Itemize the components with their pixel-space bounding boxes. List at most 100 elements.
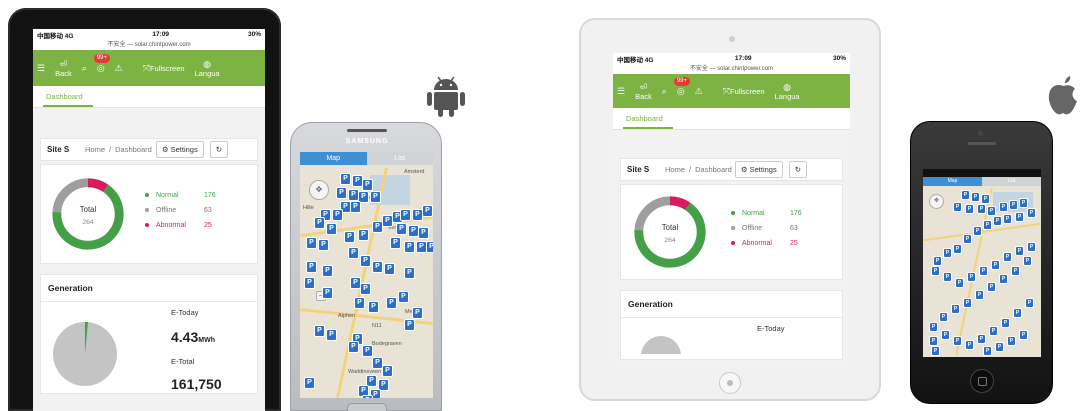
search-button[interactable]: ⌕ xyxy=(662,86,667,96)
map-station-pin[interactable]: P xyxy=(362,395,373,398)
map-station-pin[interactable]: P xyxy=(979,266,988,276)
notification-button[interactable]: ◎ 99+ xyxy=(673,77,690,96)
back-button[interactable]: ⏎ Back xyxy=(55,59,72,78)
map-station-pin[interactable]: P xyxy=(953,244,962,254)
map-station-pin[interactable]: P xyxy=(390,237,401,249)
map-station-pin[interactable]: P xyxy=(336,187,347,199)
map-station-pin[interactable]: P xyxy=(318,239,329,251)
url-bar[interactable]: 不安全 — solar.chintpower.com xyxy=(33,40,265,50)
map-station-pin[interactable]: P xyxy=(1003,252,1012,262)
map-station-pin[interactable]: P xyxy=(1007,336,1016,346)
map-station-pin[interactable]: P xyxy=(1013,308,1022,318)
map-station-pin[interactable]: P xyxy=(306,261,317,273)
map-station-pin[interactable]: P xyxy=(991,260,1000,270)
map-station-pin[interactable]: P xyxy=(418,227,429,239)
map-station-pin[interactable]: P xyxy=(931,346,940,356)
map-station-pin[interactable]: P xyxy=(372,261,383,273)
map-station-pin[interactable]: P xyxy=(1019,330,1028,340)
settings-button[interactable]: ⚙ Settings xyxy=(734,161,783,178)
station-map[interactable]: Amsterd oofddorp Hille Venne Alphen Bode… xyxy=(300,165,433,398)
map-pan-control[interactable]: ✥ xyxy=(309,180,329,200)
tab-map[interactable]: Map xyxy=(300,152,367,165)
map-station-pin[interactable]: P xyxy=(953,202,962,212)
map-station-pin[interactable]: P xyxy=(1001,318,1010,328)
fullscreen-button[interactable]: ⤧ Fullscreen xyxy=(143,63,185,73)
map-station-pin[interactable]: P xyxy=(404,267,415,279)
tab-dashboard[interactable]: Dashboard xyxy=(623,114,673,129)
map-station-pin[interactable]: P xyxy=(422,205,433,217)
map-station-pin[interactable]: P xyxy=(314,217,325,229)
home-button[interactable] xyxy=(970,369,994,393)
search-button[interactable]: ⌕ xyxy=(82,63,87,73)
map-station-pin[interactable]: P xyxy=(929,322,938,332)
alert-button[interactable]: ⚠ xyxy=(115,63,123,73)
map-station-pin[interactable]: P xyxy=(929,336,938,346)
map-station-pin[interactable]: P xyxy=(965,340,974,350)
map-station-pin[interactable]: P xyxy=(306,237,317,249)
map-station-pin[interactable]: P xyxy=(304,377,315,389)
map-station-pin[interactable]: P xyxy=(396,223,407,235)
home-button[interactable] xyxy=(719,372,741,394)
map-station-pin[interactable]: P xyxy=(941,330,950,340)
map-station-pin[interactable]: P xyxy=(995,342,1004,352)
map-station-pin[interactable]: P xyxy=(963,298,972,308)
map-station-pin[interactable]: P xyxy=(322,287,333,299)
map-station-pin[interactable]: P xyxy=(1003,214,1012,224)
map-station-pin[interactable]: P xyxy=(314,325,325,337)
map-station-pin[interactable]: P xyxy=(1011,266,1020,276)
map-station-pin[interactable]: P xyxy=(967,272,976,282)
map-station-pin[interactable]: P xyxy=(977,204,986,214)
map-station-pin[interactable]: P xyxy=(322,265,333,277)
map-station-pin[interactable]: P xyxy=(398,291,409,303)
map-station-pin[interactable]: P xyxy=(939,312,948,322)
map-station-pin[interactable]: P xyxy=(981,194,990,204)
map-station-pin[interactable]: P xyxy=(368,301,379,313)
map-station-pin[interactable]: P xyxy=(400,209,411,221)
tab-list[interactable]: List xyxy=(366,152,433,165)
map-station-pin[interactable]: P xyxy=(404,241,415,253)
map-station-pin[interactable]: P xyxy=(360,255,371,267)
map-station-pin[interactable]: P xyxy=(1009,200,1018,210)
map-station-pin[interactable]: P xyxy=(1019,198,1028,208)
map-station-pin[interactable]: P xyxy=(993,216,1002,226)
map-station-pin[interactable]: P xyxy=(360,283,371,295)
map-station-pin[interactable]: P xyxy=(362,345,373,357)
map-station-pin[interactable]: P xyxy=(965,204,974,214)
map-station-pin[interactable]: P xyxy=(951,304,960,314)
map-station-pin[interactable]: P xyxy=(358,229,369,241)
map-station-pin[interactable]: P xyxy=(326,223,337,235)
url-bar[interactable]: 不安全 — solar.chintpower.com xyxy=(613,64,850,74)
map-station-pin[interactable]: P xyxy=(987,282,996,292)
map-station-pin[interactable]: P xyxy=(370,191,381,203)
map-station-pin[interactable]: P xyxy=(304,277,315,289)
breadcrumb-home[interactable]: Home xyxy=(665,165,685,174)
map-station-pin[interactable]: P xyxy=(987,206,996,216)
legend-abnormal[interactable]: Abnormal 25 xyxy=(145,222,216,229)
map-station-pin[interactable]: P xyxy=(989,326,998,336)
map-station-pin[interactable]: P xyxy=(382,365,393,377)
map-station-pin[interactable]: P xyxy=(1025,298,1034,308)
map-station-pin[interactable]: P xyxy=(931,266,940,276)
map-station-pin[interactable]: P xyxy=(977,334,986,344)
map-station-pin[interactable]: P xyxy=(1027,242,1036,252)
fullscreen-button[interactable]: ⤧ Fullscreen xyxy=(723,86,765,96)
map-station-pin[interactable]: P xyxy=(348,247,359,259)
map-pan-control[interactable]: ✥ xyxy=(929,194,944,209)
map-station-pin[interactable]: P xyxy=(999,274,1008,284)
breadcrumb-home[interactable]: Home xyxy=(85,145,105,154)
map-station-pin[interactable]: P xyxy=(999,202,1008,212)
map-station-pin[interactable]: P xyxy=(386,297,397,309)
map-station-pin[interactable]: P xyxy=(955,278,964,288)
map-station-pin[interactable]: P xyxy=(332,209,343,221)
map-station-pin[interactable]: P xyxy=(983,220,992,230)
map-station-pin[interactable]: P xyxy=(1015,246,1024,256)
refresh-button[interactable]: ↻ xyxy=(788,161,808,178)
tab-list[interactable]: List xyxy=(982,177,1041,186)
refresh-button[interactable]: ↻ xyxy=(209,141,229,158)
map-station-pin[interactable]: P xyxy=(971,192,980,202)
legend-offline[interactable]: Offline 63 xyxy=(731,225,802,232)
map-station-pin[interactable]: P xyxy=(348,341,359,353)
map-station-pin[interactable]: P xyxy=(933,256,942,266)
map-station-pin[interactable]: P xyxy=(362,179,373,191)
menu-button[interactable]: ☰ xyxy=(617,86,625,96)
